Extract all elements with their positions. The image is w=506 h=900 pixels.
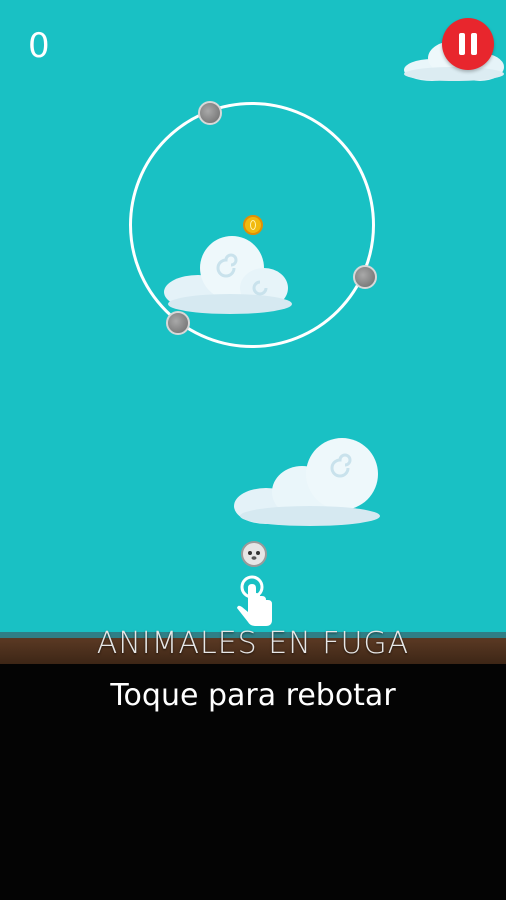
pause-button[interactable] (442, 18, 494, 70)
coin-icon (243, 215, 263, 235)
tap-hand-icon (237, 575, 272, 626)
tap-instruction: Toque para rebotar (110, 678, 396, 713)
score-counter: 0 (28, 26, 50, 66)
spiked-ball-icon (198, 101, 222, 125)
pause-icon (459, 33, 465, 55)
cloud-lower (234, 438, 380, 526)
cloud-center (164, 236, 292, 314)
animal-ball-icon (241, 541, 267, 567)
game-title: ANIMALES EN FUGA (96, 626, 410, 661)
spiked-ball-icon (353, 265, 377, 289)
pause-icon-bar (471, 33, 477, 55)
spiked-ball-icon (166, 311, 190, 335)
